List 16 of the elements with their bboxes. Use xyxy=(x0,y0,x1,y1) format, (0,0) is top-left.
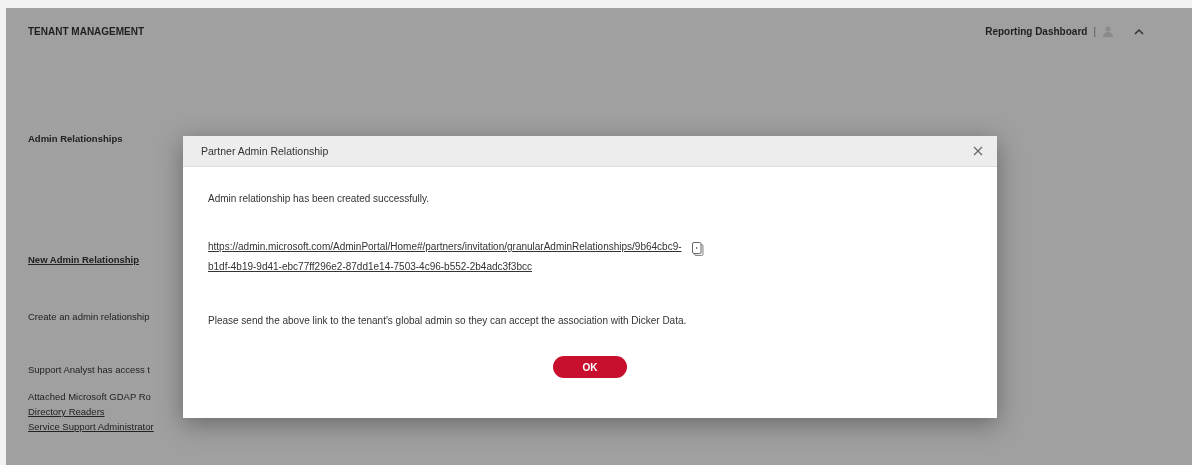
reporting-dashboard-link[interactable]: Reporting Dashboard xyxy=(985,25,1088,37)
invitation-link[interactable]: https://admin.microsoft.com/AdminPortal/Home#/partners/invitation/granularAdminRelationships/9b64cbc9- b1df-4b19-9d41-ebc77ff296e2-87dd1e14-7503-4c96-b552-2b4adc3f3bcc xyxy=(208,237,682,277)
chevron-up-icon[interactable] xyxy=(1134,27,1144,35)
ok-button[interactable]: OK xyxy=(553,356,627,378)
instruction-text: Please send the above link to the tenant's global admin so they can accept the association with Dicker Data. xyxy=(208,315,688,326)
roles-label: Attached Microsoft GDAP Ro xyxy=(28,391,152,402)
page-title: TENANT MANAGEMENT xyxy=(28,25,145,37)
copy-icon[interactable] xyxy=(691,242,704,256)
section-heading: Admin Relationships xyxy=(28,133,124,144)
dialog-title: Partner Admin Relationship xyxy=(201,145,329,157)
description-text: Create an admin relationship xyxy=(28,311,151,322)
success-message: Admin relationship has been created successfully. xyxy=(208,193,431,204)
description-text: Support Analyst has access t xyxy=(28,364,151,375)
close-button[interactable] xyxy=(971,144,985,158)
separator: | xyxy=(1093,25,1096,37)
role-link[interactable]: Service Support Administrator xyxy=(28,421,188,432)
